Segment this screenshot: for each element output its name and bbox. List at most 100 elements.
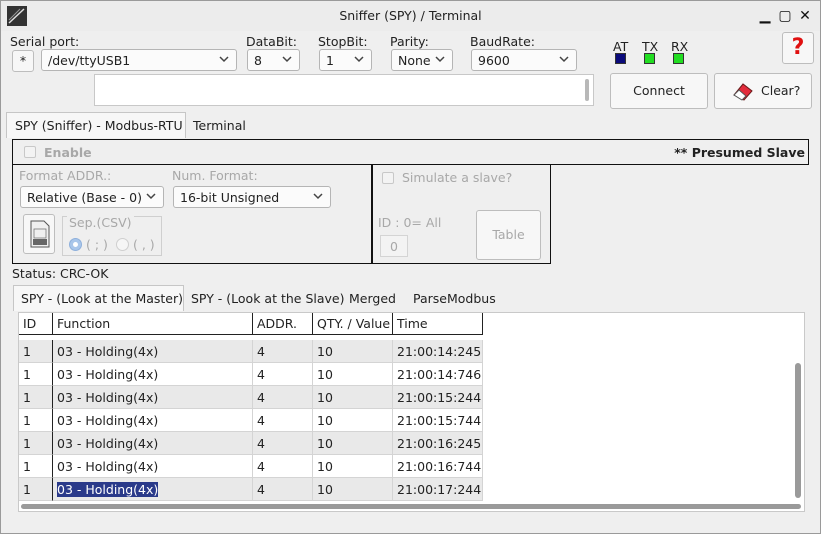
- clear-button[interactable]: Clear?: [714, 73, 812, 109]
- column-header[interactable]: ID: [19, 313, 53, 335]
- port-refresh-button[interactable]: *: [12, 50, 34, 72]
- baudrate-label: BaudRate:: [470, 34, 535, 49]
- table-cell: 10: [313, 432, 393, 455]
- chevron-down-icon: [219, 56, 229, 63]
- horizontal-scrollbar[interactable]: [21, 504, 801, 509]
- table-cell: 1: [19, 409, 53, 432]
- table-button[interactable]: Table: [476, 210, 541, 260]
- sep-semicolon-radio[interactable]: [69, 238, 82, 251]
- tab-spy-slave[interactable]: SPY - (Look at the Slave): [186, 287, 344, 311]
- table-cell: 1: [19, 386, 53, 409]
- at-indicator: [615, 53, 626, 64]
- serial-port-label: Serial port:: [10, 34, 80, 49]
- baudrate-value: 9600: [478, 53, 510, 68]
- tab-spy-master[interactable]: SPY - (Look at the Master): [13, 285, 184, 311]
- num-format-select[interactable]: 16-bit Unsigned: [173, 186, 331, 208]
- table-button-label: Table: [492, 227, 525, 242]
- parity-select[interactable]: None: [391, 49, 453, 71]
- tab-spy-sniffer-label: SPY (Sniffer) - Modbus-RTU: [15, 118, 183, 133]
- stopbit-value: 1: [326, 53, 334, 68]
- slave-id-label: ID : 0= All: [378, 215, 442, 230]
- tab-terminal[interactable]: Terminal: [187, 114, 257, 138]
- tab-parsemodbus[interactable]: ParseModbus: [408, 287, 503, 311]
- table-cell: 4: [253, 409, 313, 432]
- column-header[interactable]: Time: [393, 313, 483, 335]
- table-row[interactable]: 1 03 - Holding(4x) 4 10 21:00:15:744: [19, 409, 483, 432]
- sep-semicolon-label: ( ; ): [86, 237, 108, 252]
- table-cell: 21:00:14:245: [393, 340, 483, 363]
- stopbit-select[interactable]: 1: [319, 49, 372, 71]
- csv-export-button[interactable]: [23, 214, 55, 254]
- table-cell: 03 - Holding(4x): [53, 340, 253, 363]
- column-header[interactable]: ADDR.: [253, 313, 313, 335]
- table-cell: 21:00:16:744: [393, 455, 483, 478]
- tab-merged[interactable]: Merged: [344, 287, 404, 311]
- tab-spy-sniffer[interactable]: SPY (Sniffer) - Modbus-RTU: [6, 112, 186, 138]
- databit-value: 8: [254, 53, 262, 68]
- table-cell: 10: [313, 455, 393, 478]
- baudrate-select[interactable]: 9600: [471, 49, 577, 71]
- databit-label: DataBit:: [246, 34, 298, 49]
- separator-group: Sep.(CSV) ( ; ) ( , ): [62, 215, 162, 256]
- table-cell: 10: [313, 363, 393, 386]
- table-cell: 1: [19, 340, 53, 363]
- table-cell: 4: [253, 478, 313, 501]
- chevron-down-icon: [282, 56, 292, 63]
- connect-label: Connect: [633, 83, 685, 98]
- table-cell: 03 - Holding(4x): [53, 432, 253, 455]
- maximize-button[interactable]: ▢: [776, 7, 794, 25]
- input-scrollbar[interactable]: [585, 79, 589, 101]
- tab-parsemodbus-label: ParseModbus: [413, 291, 496, 306]
- title-bar: Sniffer (SPY) / Terminal ▁ ▢ ✕: [1, 1, 820, 31]
- table-cell: 4: [253, 432, 313, 455]
- separator-label: Sep.(CSV): [67, 215, 134, 230]
- table-cell: 1: [19, 432, 53, 455]
- table-row[interactable]: 1 03 - Holding(4x) 4 10 21:00:14:245: [19, 340, 483, 363]
- serial-port-select[interactable]: /dev/ttyUSB1: [41, 49, 237, 71]
- enable-panel: Enable ** Presumed Slave: [12, 139, 809, 165]
- rx-indicator: [673, 53, 684, 64]
- column-header[interactable]: QTY. / Value: [313, 313, 393, 335]
- table-row[interactable]: 1 03 - Holding(4x) 4 10 21:00:15:244: [19, 386, 483, 409]
- sep-comma-radio[interactable]: [116, 238, 129, 251]
- table-cell: 03 - Holding(4x): [53, 478, 253, 501]
- table-cell: 21:00:15:744: [393, 409, 483, 432]
- table-cell: 10: [313, 386, 393, 409]
- slave-id-input[interactable]: 0: [380, 235, 408, 257]
- serial-port-value: /dev/ttyUSB1: [48, 53, 131, 68]
- main-window: Sniffer (SPY) / Terminal ▁ ▢ ✕ Serial po…: [0, 0, 821, 534]
- tx-indicator: [644, 53, 655, 64]
- table-cell: 10: [313, 478, 393, 501]
- format-addr-select[interactable]: Relative (Base - 0): [20, 186, 164, 208]
- vertical-scrollbar[interactable]: [795, 363, 801, 498]
- minimize-button[interactable]: ▁: [756, 7, 774, 25]
- close-button[interactable]: ✕: [796, 7, 814, 25]
- presumed-slave-label: ** Presumed Slave: [674, 145, 805, 160]
- parity-value: None: [398, 53, 431, 68]
- terminal-input[interactable]: [94, 74, 594, 106]
- window-title: Sniffer (SPY) / Terminal: [339, 8, 482, 23]
- rx-label: RX: [671, 39, 689, 54]
- parity-label: Parity:: [390, 34, 429, 49]
- table-row[interactable]: 1 03 - Holding(4x) 4 10 21:00:16:744: [19, 455, 483, 478]
- databit-select[interactable]: 8: [247, 49, 300, 71]
- enable-checkbox[interactable]: [24, 146, 36, 158]
- connect-button[interactable]: Connect: [610, 73, 708, 109]
- tab-terminal-label: Terminal: [193, 118, 246, 133]
- table-row[interactable]: 1 03 - Holding(4x) 4 10 21:00:16:245: [19, 432, 483, 455]
- table-row[interactable]: 1 03 - Holding(4x) 4 10 21:00:14:746: [19, 363, 483, 386]
- column-header[interactable]: Function: [53, 313, 253, 335]
- table-cell: 10: [313, 340, 393, 363]
- eraser-icon: [733, 83, 753, 101]
- table-row[interactable]: 1 03 - Holding(4x) 4 10 21:00:17:244: [19, 478, 483, 501]
- table-cell: 10: [313, 409, 393, 432]
- chevron-down-icon: [354, 56, 364, 63]
- table-cell: 1: [19, 478, 53, 501]
- tab-spy-master-label: SPY - (Look at the Master): [21, 291, 184, 306]
- at-label: AT: [613, 39, 629, 54]
- format-addr-value: Relative (Base - 0): [27, 190, 142, 205]
- help-button[interactable]: ?: [782, 32, 814, 64]
- table-cell: 03 - Holding(4x): [53, 455, 253, 478]
- format-addr-label: Format ADDR.:: [19, 168, 112, 183]
- simulate-checkbox[interactable]: [382, 172, 394, 184]
